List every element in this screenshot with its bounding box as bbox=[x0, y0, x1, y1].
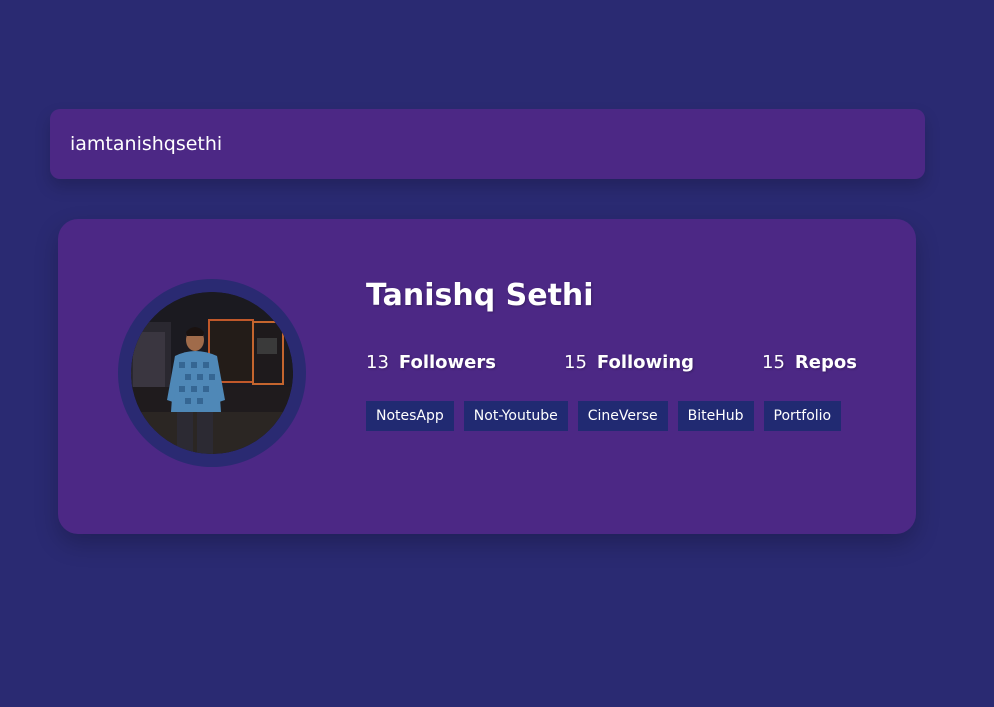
followers-count: 13 bbox=[366, 352, 389, 373]
username-search-input[interactable] bbox=[50, 109, 925, 179]
repo-link-portfolio[interactable]: Portfolio bbox=[763, 401, 842, 431]
followers-label: Followers bbox=[398, 352, 496, 373]
repos-stat: 15 Repos bbox=[762, 352, 866, 373]
profile-info: Tanishq Sethi 13 Followers 15 Following … bbox=[366, 279, 866, 431]
search-bar bbox=[50, 109, 925, 179]
following-stat: 15 Following bbox=[564, 352, 762, 373]
avatar bbox=[131, 292, 293, 454]
avatar-frame bbox=[118, 279, 306, 467]
following-count: 15 bbox=[564, 352, 587, 373]
repo-link-notesapp[interactable]: NotesApp bbox=[366, 401, 454, 431]
repo-link-not-youtube[interactable]: Not-Youtube bbox=[463, 401, 568, 431]
stats-row: 13 Followers 15 Following 15 Repos bbox=[366, 352, 866, 373]
page: Tanishq Sethi 13 Followers 15 Following … bbox=[0, 0, 994, 707]
followers-stat: 13 Followers bbox=[366, 352, 564, 373]
repos-label: Repos bbox=[794, 352, 857, 373]
user-name: Tanishq Sethi bbox=[366, 278, 594, 313]
repo-list: NotesApp Not-Youtube CineVerse BiteHub P… bbox=[366, 401, 866, 431]
following-label: Following bbox=[596, 352, 695, 373]
repos-count: 15 bbox=[762, 352, 785, 373]
repo-link-bitehub[interactable]: BiteHub bbox=[677, 401, 754, 431]
profile-card: Tanishq Sethi 13 Followers 15 Following … bbox=[58, 219, 916, 534]
repo-link-cineverse[interactable]: CineVerse bbox=[577, 401, 668, 431]
